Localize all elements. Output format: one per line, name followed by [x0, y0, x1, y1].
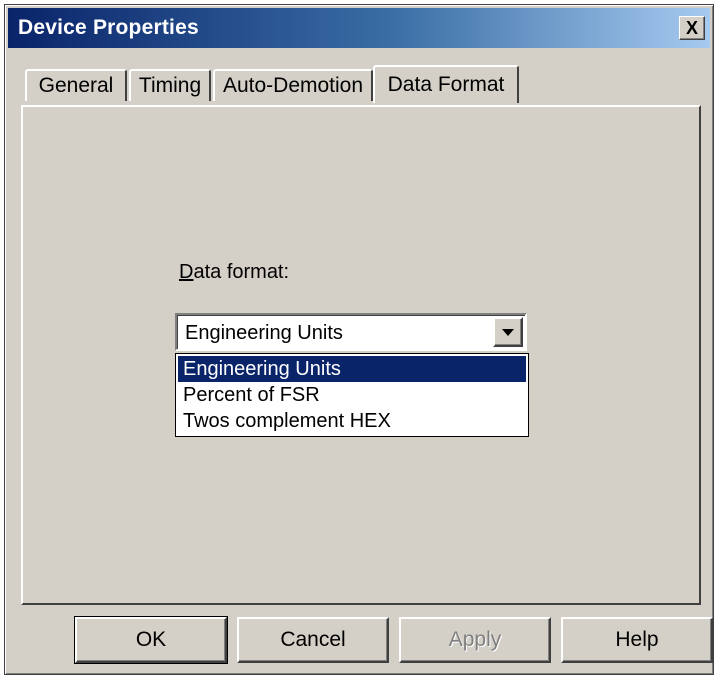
- option-twos-complement-hex[interactable]: Twos complement HEX: [178, 408, 526, 434]
- ok-button-label: OK: [135, 628, 167, 651]
- option-engineering-units[interactable]: Engineering Units: [178, 356, 526, 382]
- tab-data-format-label: Data Format: [387, 73, 505, 96]
- help-button[interactable]: Help: [561, 617, 713, 663]
- tab-general[interactable]: General: [25, 69, 127, 101]
- tab-timing[interactable]: Timing: [129, 69, 211, 101]
- data-format-options-list: Engineering Units Percent of FSR Twos co…: [175, 353, 529, 437]
- apply-button: Apply: [399, 617, 551, 663]
- dialog-title: Device Properties: [18, 16, 199, 39]
- data-format-label: Data format:: [179, 261, 289, 284]
- data-format-select-value: Engineering Units: [185, 322, 343, 344]
- cancel-button[interactable]: Cancel: [237, 617, 389, 663]
- data-format-label-text: ata format:: [193, 261, 290, 283]
- tab-timing-label: Timing: [138, 74, 202, 97]
- tab-data-format[interactable]: Data Format: [373, 65, 519, 103]
- dropdown-arrow-button[interactable]: [493, 317, 523, 347]
- data-format-label-mnemonic: D: [179, 261, 194, 283]
- cancel-button-label: Cancel: [280, 628, 346, 651]
- close-button[interactable]: X: [679, 16, 705, 40]
- apply-button-label: Apply: [448, 628, 502, 651]
- chevron-down-icon: [502, 328, 514, 336]
- device-properties-dialog: Device Properties X General Timing Auto-…: [4, 4, 714, 675]
- tab-auto-demotion[interactable]: Auto-Demotion: [213, 69, 373, 101]
- tab-auto-demotion-label: Auto-Demotion: [222, 74, 364, 97]
- close-icon: X: [685, 18, 698, 38]
- data-format-select[interactable]: Engineering Units: [175, 313, 527, 351]
- title-bar[interactable]: Device Properties X: [8, 8, 710, 48]
- help-button-label: Help: [615, 628, 659, 651]
- ok-button[interactable]: OK: [74, 616, 228, 664]
- tab-general-label: General: [38, 74, 114, 97]
- option-percent-of-fsr[interactable]: Percent of FSR: [178, 382, 526, 408]
